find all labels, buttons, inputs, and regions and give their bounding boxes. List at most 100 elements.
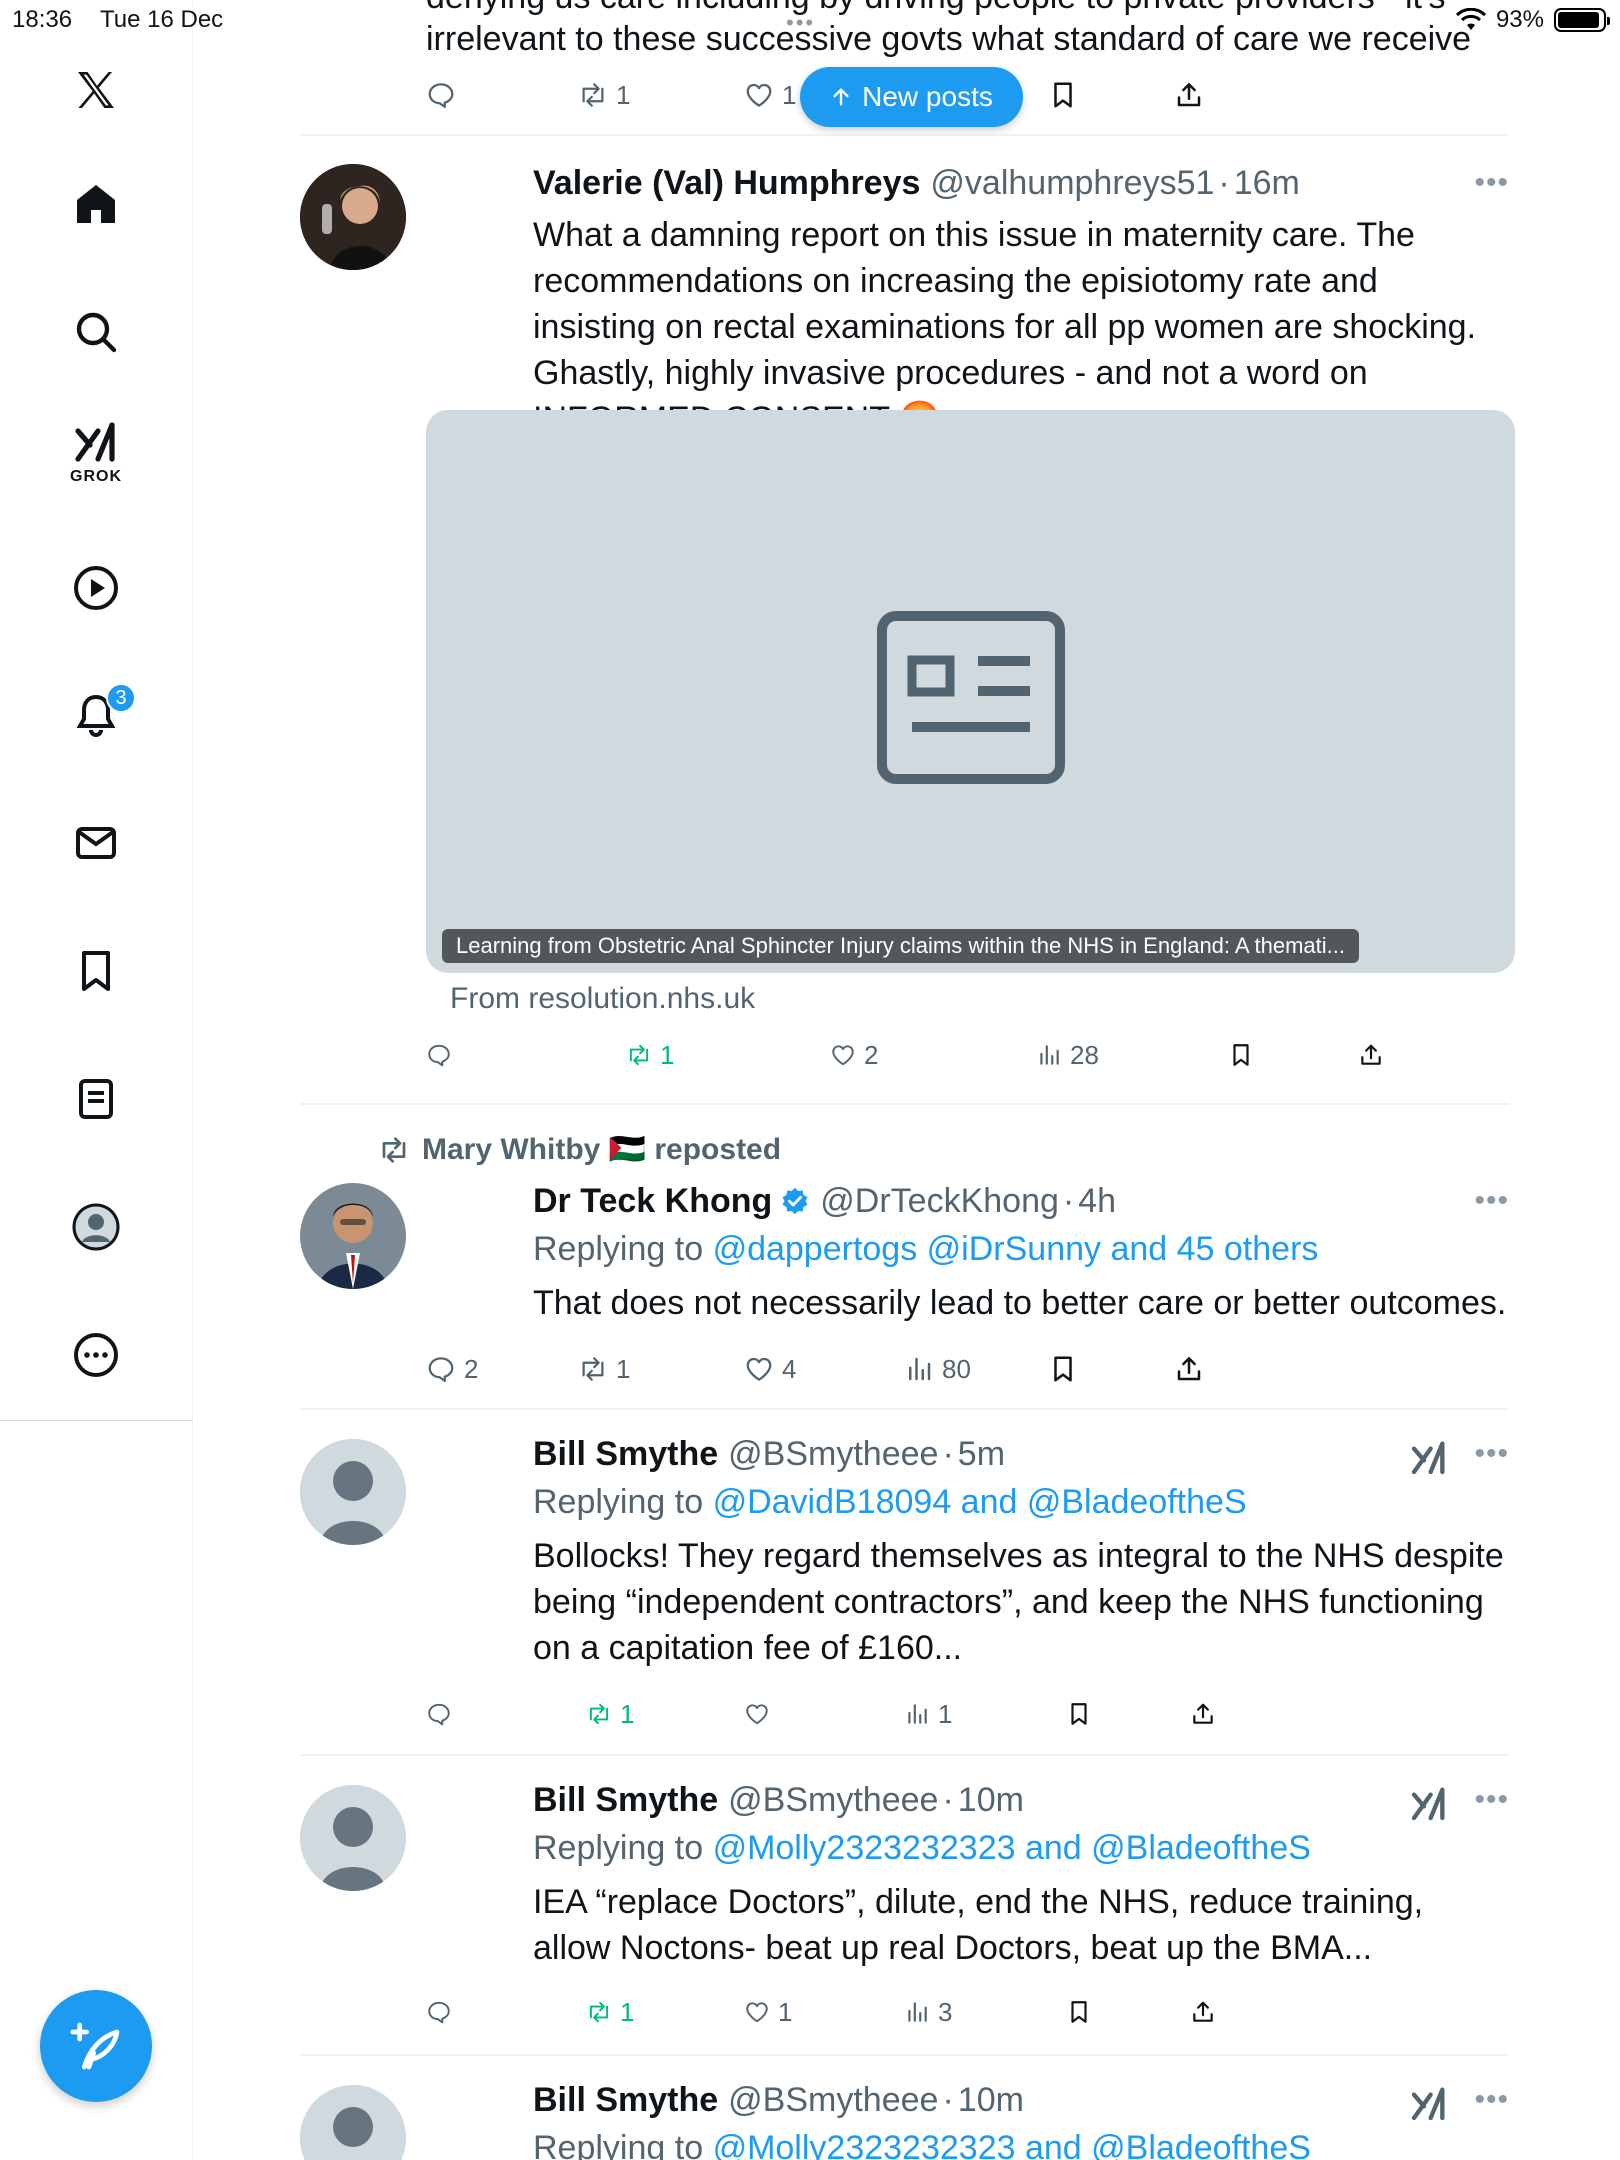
views-button[interactable]: 28 — [1036, 1035, 1099, 1075]
nav-more[interactable] — [56, 1315, 136, 1395]
nav-grok[interactable]: GROK — [56, 410, 136, 490]
post-actions: 1 2 28 — [426, 1035, 1249, 1075]
compose-feather-icon — [70, 2022, 120, 2070]
post-header: Bill Smythe @BSmytheee · 10m — [533, 2077, 1509, 2123]
reply-icon — [428, 1703, 450, 1726]
like-button[interactable]: 4 — [744, 1349, 796, 1389]
post-time[interactable]: 4h — [1078, 1178, 1116, 1224]
battery-fill — [1558, 12, 1599, 28]
avatar-photo — [300, 164, 406, 270]
post-time[interactable]: 5m — [958, 1431, 1005, 1477]
reply-icon — [428, 83, 454, 108]
bookmark-button[interactable] — [1228, 1035, 1254, 1075]
retweet-button[interactable]: 1 — [578, 1349, 630, 1389]
bookmark-button[interactable] — [1066, 1694, 1092, 1734]
avatar[interactable] — [300, 2085, 406, 2160]
retweet-button[interactable]: 1 — [586, 1694, 634, 1734]
link-card-caption: Learning from Obstetric Anal Sphincter I… — [442, 929, 1359, 963]
share-button[interactable] — [1190, 1992, 1216, 2032]
retweet-button[interactable]: 1 — [626, 1035, 674, 1075]
replying-to-users-link[interactable]: @Molly2323232323 and @BladeoftheS — [713, 2129, 1311, 2160]
more-options-icon[interactable]: ••• — [1474, 1437, 1509, 1471]
avatar[interactable] — [300, 1183, 406, 1289]
arrow-up-icon — [833, 88, 849, 106]
author-handle[interactable]: @valhumphreys51 — [930, 160, 1214, 206]
author-name[interactable]: Valerie (Val) Humphreys — [533, 160, 920, 206]
nav-notifications[interactable]: 3 — [56, 675, 136, 755]
retweet-button[interactable]: 1 — [578, 75, 630, 115]
nav-bookmarks[interactable] — [56, 931, 136, 1011]
author-name[interactable]: Dr Teck Khong — [533, 1178, 772, 1224]
replying-to-users-link[interactable]: @DavidB18094 and @BladeoftheS — [713, 1483, 1247, 1521]
author-name[interactable]: Bill Smythe — [533, 1777, 718, 1823]
author-name[interactable]: Bill Smythe — [533, 2077, 718, 2123]
grok-icon — [75, 422, 115, 462]
avatar[interactable] — [300, 164, 406, 270]
post-time[interactable]: 16m — [1234, 160, 1300, 206]
reply-icon — [428, 2001, 450, 2024]
share-button[interactable] — [1358, 1035, 1384, 1075]
grok-explain-icon[interactable] — [1409, 1437, 1449, 1477]
x-logo-icon[interactable] — [56, 50, 136, 130]
views-button[interactable]: 3 — [904, 1992, 952, 2032]
reply-button[interactable] — [426, 1992, 452, 2032]
replying-to-users-link[interactable]: @Molly2323232323 and @BladeoftheS — [713, 1829, 1311, 1867]
link-card[interactable]: Learning from Obstetric Anal Sphincter I… — [426, 410, 1515, 973]
nav-videos[interactable] — [56, 548, 136, 628]
dot-separator: · — [1062, 1182, 1075, 1220]
author-handle[interactable]: @DrTeckKhong — [820, 1178, 1059, 1224]
author-handle[interactable]: @BSmytheee — [728, 2077, 938, 2123]
like-button[interactable] — [744, 1694, 770, 1734]
more-options-icon[interactable]: ••• — [1474, 1184, 1509, 1218]
share-button[interactable] — [1174, 1349, 1204, 1389]
nav-explore[interactable] — [56, 292, 136, 372]
grok-explain-icon[interactable] — [1409, 2083, 1449, 2123]
reply-button[interactable] — [426, 1035, 452, 1075]
share-icon — [1177, 83, 1201, 107]
compose-button[interactable] — [40, 1990, 152, 2102]
default-avatar-icon — [300, 1785, 406, 1891]
dot-separator: · — [942, 2081, 954, 2119]
nav-messages[interactable] — [56, 803, 136, 883]
views-button[interactable]: 1 — [904, 1694, 952, 1734]
replying-to-users-link[interactable]: @dappertogs @iDrSunny and 45 others — [713, 1230, 1319, 1268]
retweet-button[interactable]: 1 — [586, 1992, 634, 2032]
multitasking-dots-icon[interactable]: ••• — [786, 10, 815, 36]
bookmark-button[interactable] — [1048, 75, 1078, 115]
author-handle[interactable]: @BSmytheee — [728, 1777, 938, 1823]
heart-icon — [746, 1704, 768, 1725]
reply-button[interactable] — [426, 1694, 452, 1734]
author-name[interactable]: Bill Smythe — [533, 1431, 718, 1477]
bookmark-button[interactable] — [1048, 1349, 1078, 1389]
like-button[interactable]: 1 — [744, 1992, 792, 2032]
views-button[interactable]: 80 — [904, 1349, 971, 1389]
retweet-icon — [582, 83, 604, 107]
post-time[interactable]: 10m — [958, 1777, 1024, 1823]
wifi-icon — [1455, 8, 1486, 30]
link-card-source[interactable]: From resolution.nhs.uk — [450, 982, 755, 1016]
nav-profile[interactable] — [56, 1187, 136, 1267]
avatar[interactable] — [300, 1785, 406, 1891]
heart-icon — [832, 1045, 854, 1066]
more-options-icon[interactable]: ••• — [1474, 166, 1509, 200]
more-options-icon[interactable]: ••• — [1474, 1783, 1509, 1817]
bookmark-icon — [82, 951, 110, 991]
author-handle[interactable]: @BSmytheee — [728, 1431, 938, 1477]
reply-button[interactable] — [426, 75, 456, 115]
post-time[interactable]: 10m — [958, 2077, 1024, 2123]
new-posts-button[interactable]: New posts — [800, 67, 1023, 127]
post-divider — [300, 1408, 1509, 1410]
grok-explain-icon[interactable] — [1409, 1783, 1449, 1823]
more-options-icon[interactable]: ••• — [1474, 2083, 1509, 2117]
avatar-photo — [300, 1183, 406, 1289]
nav-home[interactable] — [56, 164, 136, 244]
share-button[interactable] — [1190, 1694, 1216, 1734]
share-button[interactable] — [1174, 75, 1204, 115]
like-button[interactable]: 1 — [744, 75, 796, 115]
bookmark-button[interactable] — [1066, 1992, 1092, 2032]
like-button[interactable]: 2 — [830, 1035, 878, 1075]
reply-button[interactable]: 2 — [426, 1349, 478, 1389]
avatar[interactable] — [300, 1439, 406, 1545]
nav-lists[interactable] — [56, 1059, 136, 1139]
repost-context[interactable]: Mary Whitby 🇵🇸 reposted — [378, 1132, 781, 1167]
